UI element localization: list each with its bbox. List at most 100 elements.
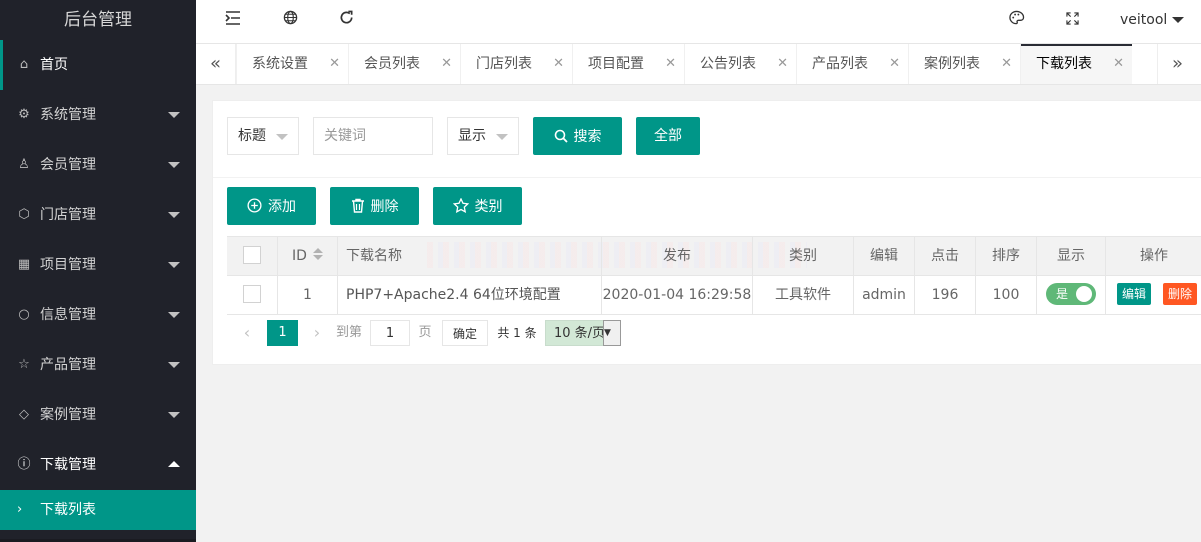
cell-actions: 编辑 删除 [1105, 276, 1201, 314]
sidebar-item-label: 会员管理 [40, 157, 96, 173]
chevron-down-icon [276, 134, 288, 140]
sidebar-item-products[interactable]: ☆ 产品管理 [0, 340, 196, 390]
tab-member-list[interactable]: 会员列表 ✕ [348, 44, 460, 84]
user-menu[interactable]: veitool [1120, 0, 1185, 40]
tab-store-list[interactable]: 门店列表 ✕ [460, 44, 572, 84]
tab-label: 案例列表 [924, 56, 980, 72]
sidebar: 后台管理 ⌂ 首页 ⚙ 系统管理 ♙ 会员管理 ⬡ 门店管理 ▦ 项目管理 ○ … [0, 0, 196, 542]
goto-page-input[interactable]: 1 [370, 320, 410, 346]
button-label: 全部 [654, 128, 682, 144]
category-button[interactable]: 类别 [433, 187, 522, 225]
button-label: 搜索 [573, 129, 602, 145]
sidebar-item-members[interactable]: ♙ 会员管理 [0, 140, 196, 190]
keyword-placeholder: 关键词 [324, 128, 366, 144]
search-button[interactable]: 搜索 [533, 117, 622, 155]
refresh-icon[interactable] [331, 0, 361, 40]
close-icon[interactable]: ✕ [329, 44, 340, 84]
page-size-select[interactable]: 10 条/页 ▼ [545, 320, 621, 346]
tab-label: 产品列表 [812, 56, 868, 72]
page-size-value: 10 条/页 [554, 326, 606, 341]
cell-id: 1 [277, 276, 337, 314]
sidebar-subitem-label: 下载列表 [40, 502, 96, 518]
close-icon[interactable]: ✕ [1113, 44, 1124, 84]
header-label: 显示 [1057, 248, 1085, 264]
tab-case-list[interactable]: 案例列表 ✕ [908, 44, 1020, 84]
keyword-input[interactable]: 关键词 [313, 117, 433, 155]
sidebar-item-home[interactable]: ⌂ 首页 [0, 40, 196, 90]
trash-icon [351, 187, 365, 225]
display-select[interactable]: 显示 [447, 117, 519, 155]
sidebar-subitem-download-list[interactable]: › 下载列表 [0, 490, 196, 530]
prev-page-icon[interactable]: ‹ [237, 320, 257, 346]
next-page-icon[interactable]: › [307, 320, 327, 346]
tab-label: 公告列表 [700, 56, 756, 72]
header-label: 操作 [1140, 248, 1168, 264]
close-icon[interactable]: ✕ [1001, 44, 1012, 84]
add-button[interactable]: 添加 [227, 187, 316, 225]
section-divider [213, 177, 1201, 178]
button-label: 删除 [370, 199, 399, 215]
star-icon: ☆ [18, 357, 30, 372]
sidebar-item-system[interactable]: ⚙ 系统管理 [0, 90, 196, 140]
toggle-knob [1076, 286, 1092, 302]
close-icon[interactable]: ✕ [553, 44, 564, 84]
sidebar-item-cases[interactable]: ◇ 案例管理 [0, 390, 196, 440]
select-all-checkbox[interactable] [243, 245, 261, 264]
row-checkbox[interactable] [243, 284, 261, 303]
sort-icon[interactable] [312, 248, 323, 260]
tab-notice-list[interactable]: 公告列表 ✕ [684, 44, 796, 84]
table-header-row: ID 下载名称 发布 类别 编辑 点击 排序 显示 操作 [227, 237, 1201, 276]
close-icon[interactable]: ✕ [889, 44, 900, 84]
delete-button[interactable]: 删除 [330, 187, 419, 225]
tab-label: 下载列表 [1036, 56, 1092, 72]
sidebar-item-info[interactable]: ○ 信息管理 [0, 290, 196, 340]
tab-label: 项目配置 [588, 56, 644, 72]
sidebar-item-projects[interactable]: ▦ 项目管理 [0, 240, 196, 290]
user-name: veitool [1120, 12, 1168, 28]
caret-down-icon [168, 262, 180, 268]
close-icon[interactable]: ✕ [441, 44, 452, 84]
chevron-down-icon [496, 134, 508, 140]
tab-download-list[interactable]: 下载列表 ✕ [1020, 44, 1132, 84]
edit-button[interactable]: 编辑 [1117, 283, 1152, 305]
caret-down-icon [168, 112, 180, 118]
sidebar-item-label: 项目管理 [40, 257, 96, 273]
theme-icon[interactable] [1001, 0, 1031, 40]
header-category: 类别 [752, 237, 853, 275]
tab-next-icon[interactable]: » [1157, 44, 1197, 84]
row-delete-button[interactable]: 删除 [1163, 283, 1198, 305]
goto-confirm-button[interactable]: 确定 [442, 320, 488, 346]
header-clicks: 点击 [914, 237, 975, 275]
grid-icon: ▦ [17, 257, 31, 272]
header-id[interactable]: ID [277, 237, 337, 275]
cell-sort: 100 [975, 276, 1036, 314]
display-toggle[interactable]: 是 [1046, 283, 1096, 305]
close-icon[interactable]: ✕ [777, 44, 788, 84]
tab-label: 会员列表 [364, 56, 420, 72]
show-all-button[interactable]: 全部 [636, 117, 700, 155]
close-icon[interactable]: ✕ [665, 44, 676, 84]
plus-circle-icon [247, 187, 262, 225]
tab-project-config[interactable]: 项目配置 ✕ [572, 44, 684, 84]
fullscreen-icon[interactable] [1057, 0, 1087, 40]
header-publish: 发布 [601, 237, 752, 275]
home-icon: ⌂ [19, 57, 29, 72]
select-value: 标题 [238, 128, 266, 144]
sidebar-item-label: 首页 [40, 57, 68, 73]
sidebar-item-stores[interactable]: ⬡ 门店管理 [0, 190, 196, 240]
star-icon [452, 187, 469, 225]
tab-label: 门店列表 [476, 56, 532, 72]
globe-icon[interactable] [275, 0, 305, 40]
menu-fold-icon[interactable] [218, 0, 248, 40]
tab-prev-icon[interactable]: « [196, 44, 236, 84]
sidebar-item-label: 产品管理 [40, 357, 96, 373]
sidebar-item-downloads[interactable]: ⓘ 下载管理 [0, 440, 196, 490]
tab-product-list[interactable]: 产品列表 ✕ [796, 44, 908, 84]
tab-system-settings[interactable]: 系统设置 ✕ [236, 44, 348, 84]
current-page[interactable]: 1 [267, 320, 298, 346]
search-field-select[interactable]: 标题 [227, 117, 299, 155]
sidebar-item-label: 系统管理 [40, 107, 96, 123]
sidebar-item-label: 门店管理 [40, 207, 96, 223]
caret-down-icon [168, 412, 180, 418]
info-icon: ⓘ [17, 457, 31, 472]
